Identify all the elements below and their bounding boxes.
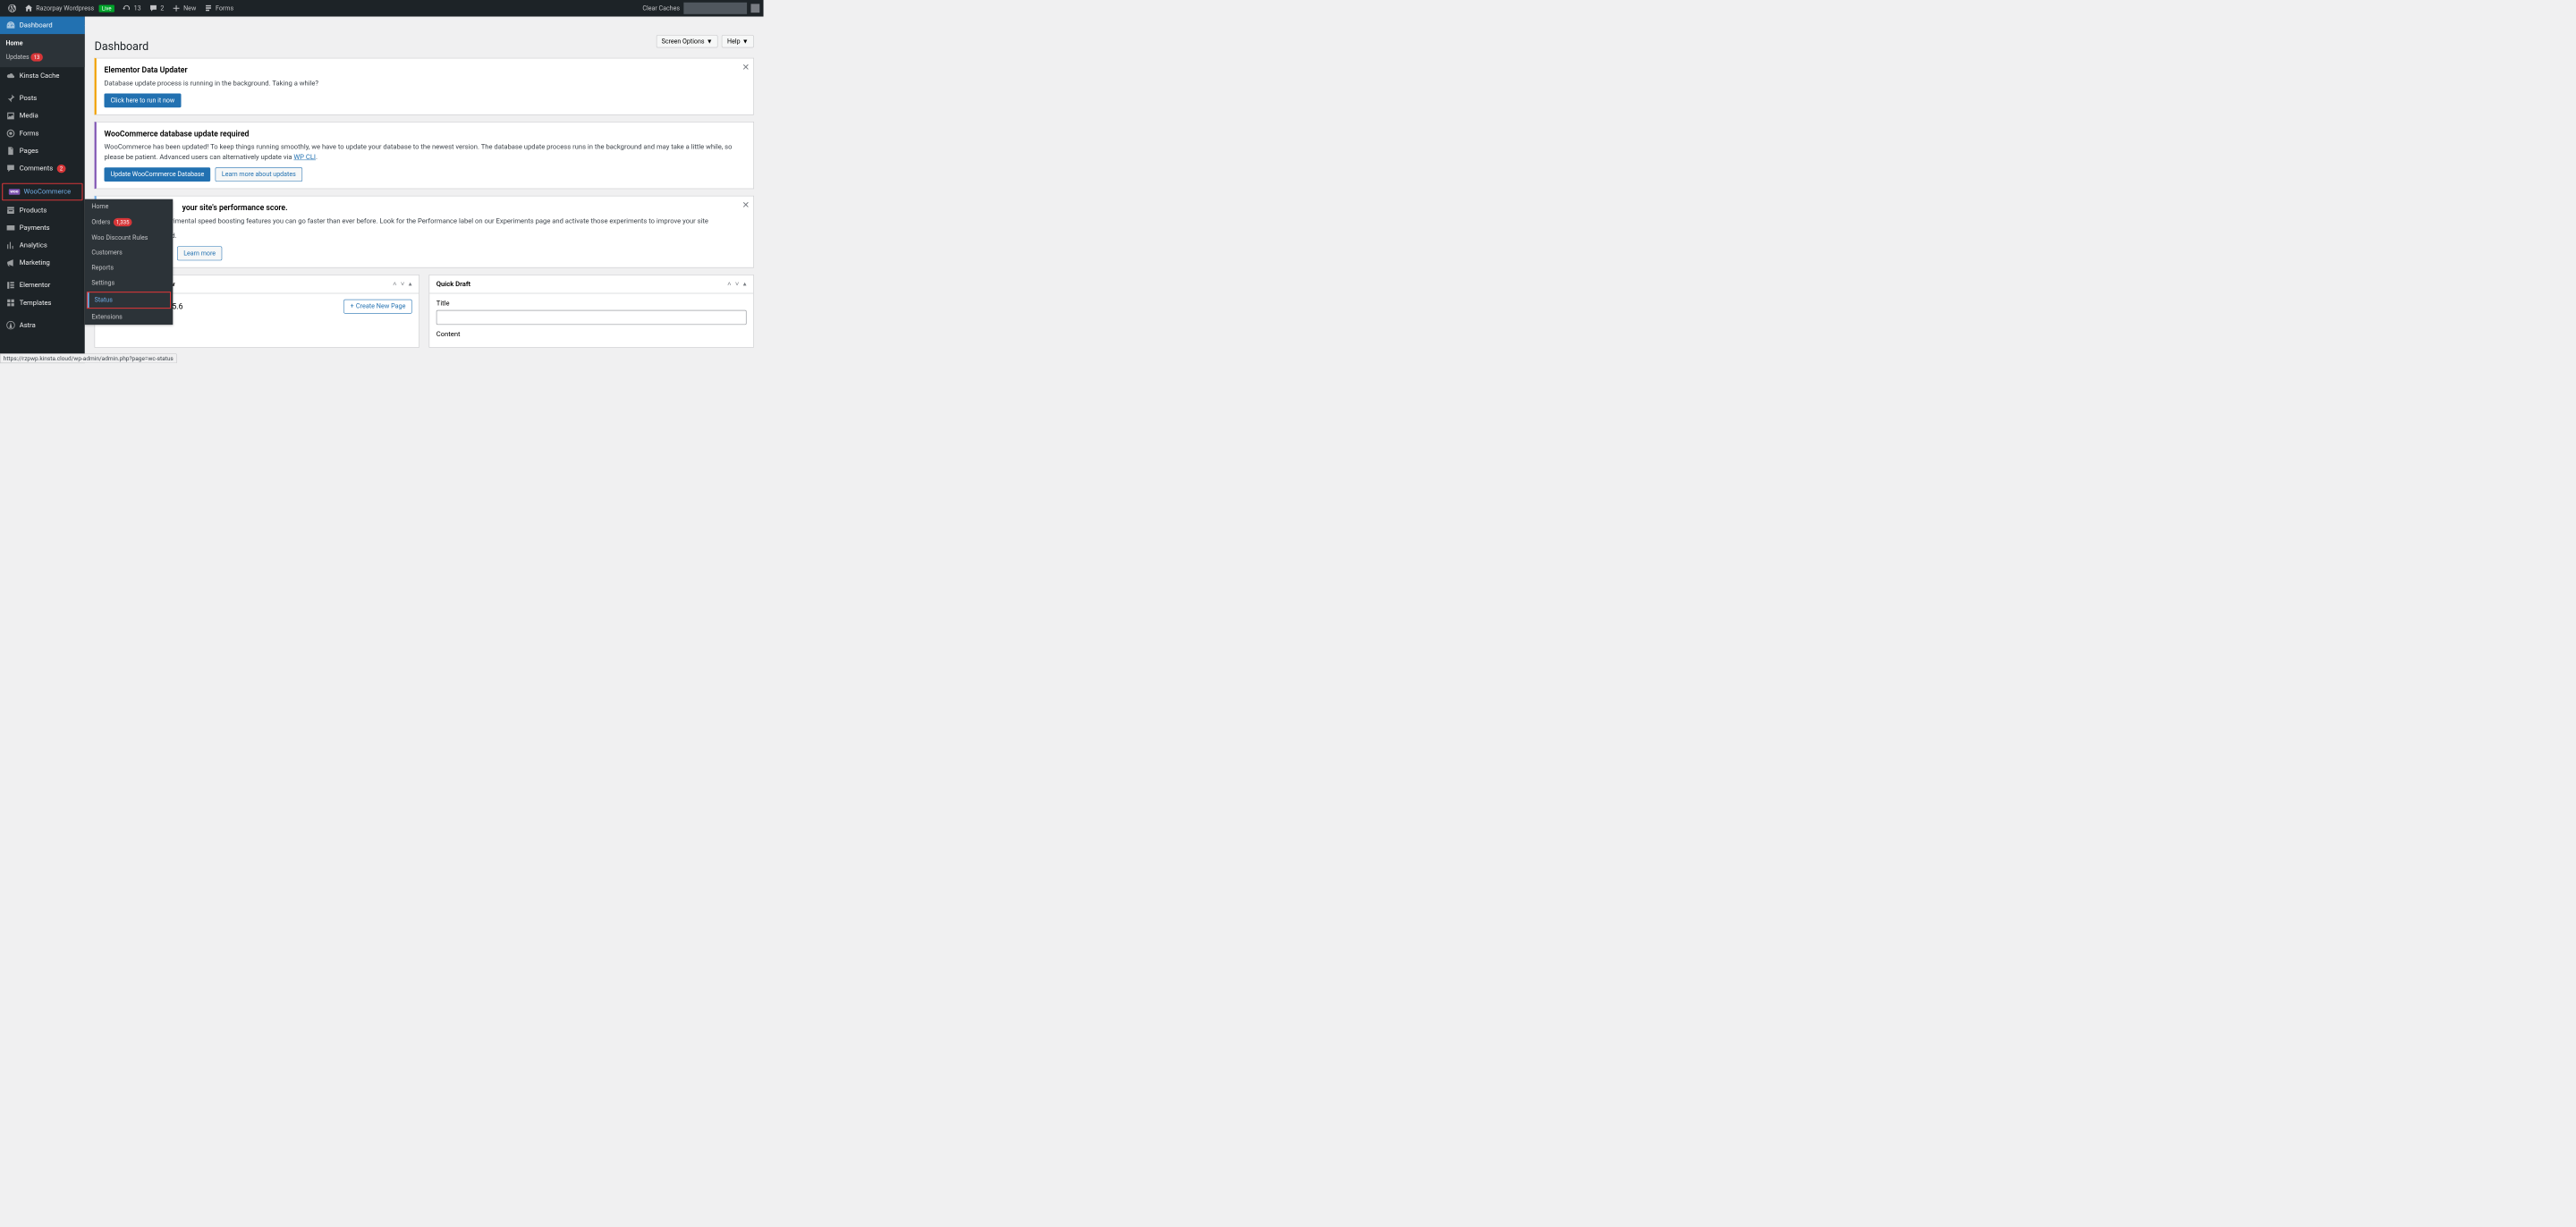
woo-icon: woo bbox=[9, 189, 20, 195]
flyout-customers[interactable]: Customers bbox=[85, 245, 174, 260]
comments-icon bbox=[6, 164, 16, 173]
updates-link[interactable]: 13 bbox=[118, 0, 145, 17]
toggle-icon[interactable]: ▴ bbox=[743, 280, 747, 288]
plus-icon bbox=[172, 4, 181, 13]
notice-title: your site's performance score. bbox=[105, 203, 734, 212]
page-title: Dashboard bbox=[95, 33, 754, 58]
comments-badge: 2 bbox=[56, 165, 65, 173]
orders-badge: 1,335 bbox=[114, 218, 132, 226]
flyout-status[interactable]: Status bbox=[88, 292, 170, 308]
menu-forms[interactable]: Forms bbox=[0, 124, 85, 142]
media-icon bbox=[6, 111, 16, 121]
performance-notice: ✕ your site's performance score. eriment… bbox=[95, 196, 754, 268]
updates-badge: 13 bbox=[30, 53, 42, 61]
elementor-updater-notice: ✕ Elementor Data Updater Database update… bbox=[95, 58, 754, 115]
menu-dashboard[interactable]: Dashboard bbox=[0, 17, 85, 35]
refresh-icon bbox=[123, 4, 131, 13]
home-icon bbox=[24, 4, 33, 13]
postbox-title: Quick Draft bbox=[436, 280, 470, 288]
flyout-reports[interactable]: Reports bbox=[85, 260, 174, 275]
menu-woocommerce[interactable]: wooWooCommerce bbox=[3, 184, 81, 199]
comments-link[interactable]: 2 bbox=[145, 0, 168, 17]
marketing-icon bbox=[6, 258, 16, 268]
screen-options-button[interactable]: Screen Options ▼ bbox=[657, 35, 718, 47]
clear-caches-link[interactable]: Clear Caches bbox=[639, 0, 683, 17]
wp-cli-link[interactable]: WP CLI bbox=[293, 153, 316, 161]
new-link[interactable]: New bbox=[168, 0, 200, 17]
notice-title: WooCommerce database update required bbox=[105, 129, 734, 138]
comment-icon bbox=[148, 4, 157, 13]
menu-pages[interactable]: Pages bbox=[0, 142, 85, 160]
notice-body: Database update process is running in th… bbox=[105, 79, 734, 89]
move-down-icon[interactable]: ˅ bbox=[401, 280, 404, 288]
live-badge: Live bbox=[99, 4, 114, 12]
forms-icon bbox=[204, 4, 213, 13]
flyout-extensions[interactable]: Extensions bbox=[85, 309, 174, 325]
move-up-icon[interactable]: ˄ bbox=[727, 280, 731, 288]
woocommerce-flyout: Home Orders 1,335 Woo Discount Rules Cus… bbox=[85, 199, 174, 325]
wp-logo[interactable] bbox=[4, 0, 21, 17]
notice-body: WooCommerce has been updated! To keep th… bbox=[105, 142, 734, 163]
menu-kinsta-cache[interactable]: Kinsta Cache bbox=[0, 67, 85, 85]
learn-more-button[interactable]: Learn more bbox=[177, 246, 222, 260]
plus-icon: + bbox=[351, 303, 354, 310]
flyout-woo-discount[interactable]: Woo Discount Rules bbox=[85, 231, 174, 246]
analytics-icon bbox=[6, 241, 16, 250]
submenu-updates[interactable]: Updates 13 bbox=[0, 50, 85, 64]
forms-link[interactable]: Forms bbox=[200, 0, 238, 17]
help-button[interactable]: Help ▼ bbox=[722, 35, 754, 47]
menu-posts[interactable]: Posts bbox=[0, 89, 85, 107]
menu-astra[interactable]: Astra bbox=[0, 317, 85, 334]
create-new-page-button[interactable]: +Create New Page bbox=[343, 300, 411, 314]
notice-body: erimental speed boosting features you ca… bbox=[105, 216, 734, 226]
menu-media[interactable]: Media bbox=[0, 107, 85, 125]
learn-updates-button[interactable]: Learn more about updates bbox=[216, 167, 302, 182]
admin-sidebar: Dashboard Home Updates 13 Kinsta Cache P… bbox=[0, 17, 85, 364]
title-label: Title bbox=[436, 300, 747, 308]
dashboard-icon bbox=[6, 21, 16, 30]
close-icon[interactable]: ✕ bbox=[742, 200, 750, 210]
menu-analytics[interactable]: Analytics bbox=[0, 237, 85, 255]
admin-bar: Razorpay WordpressLive 13 2 New Forms Cl… bbox=[0, 0, 764, 17]
submenu-home[interactable]: Home bbox=[0, 37, 85, 50]
toggle-icon[interactable]: ▴ bbox=[409, 280, 412, 288]
notice-title: Elementor Data Updater bbox=[105, 65, 734, 74]
page-icon bbox=[6, 146, 16, 156]
pin-icon bbox=[6, 94, 16, 104]
status-url-tooltip: https://rzpwp.kinsta.cloud/wp-admin/admi… bbox=[0, 353, 177, 363]
avatar[interactable] bbox=[750, 4, 759, 13]
wc-database-notice: WooCommerce database update required Woo… bbox=[95, 122, 754, 189]
flyout-orders[interactable]: Orders 1,335 bbox=[85, 215, 174, 231]
cloud-icon bbox=[6, 71, 16, 80]
elementor-icon bbox=[6, 281, 16, 291]
astra-icon bbox=[6, 320, 16, 330]
site-name[interactable]: Razorpay WordpressLive bbox=[21, 0, 118, 17]
admin-search-input[interactable] bbox=[683, 3, 747, 14]
notice-body-end: ed. bbox=[105, 232, 734, 241]
move-up-icon[interactable]: ˄ bbox=[393, 280, 396, 288]
flyout-home[interactable]: Home bbox=[85, 199, 174, 215]
products-icon bbox=[6, 206, 16, 216]
content-label: Content bbox=[436, 331, 747, 339]
menu-templates[interactable]: Templates bbox=[0, 294, 85, 312]
flyout-settings[interactable]: Settings bbox=[85, 275, 174, 291]
menu-marketing[interactable]: Marketing bbox=[0, 254, 85, 272]
update-wc-button[interactable]: Update WooCommerce Database bbox=[105, 167, 211, 182]
menu-payments[interactable]: Payments bbox=[0, 219, 85, 237]
menu-elementor[interactable]: Elementor bbox=[0, 276, 85, 294]
move-down-icon[interactable]: ˅ bbox=[735, 280, 739, 288]
menu-comments[interactable]: Comments 2 bbox=[0, 160, 85, 178]
menu-products[interactable]: Products bbox=[0, 201, 85, 219]
templates-icon bbox=[6, 298, 16, 308]
wordpress-icon bbox=[8, 4, 17, 13]
run-now-button[interactable]: Click here to run it now bbox=[105, 94, 182, 108]
quick-draft-postbox: Quick Draft ˄ ˅ ▴ Title Content bbox=[429, 275, 754, 348]
forms-menu-icon bbox=[6, 129, 16, 139]
draft-title-input[interactable] bbox=[436, 310, 747, 325]
main-content: Screen Options ▼ Help ▼ Dashboard ✕ Elem… bbox=[85, 33, 764, 363]
payments-icon bbox=[6, 223, 16, 233]
close-icon[interactable]: ✕ bbox=[742, 63, 750, 72]
